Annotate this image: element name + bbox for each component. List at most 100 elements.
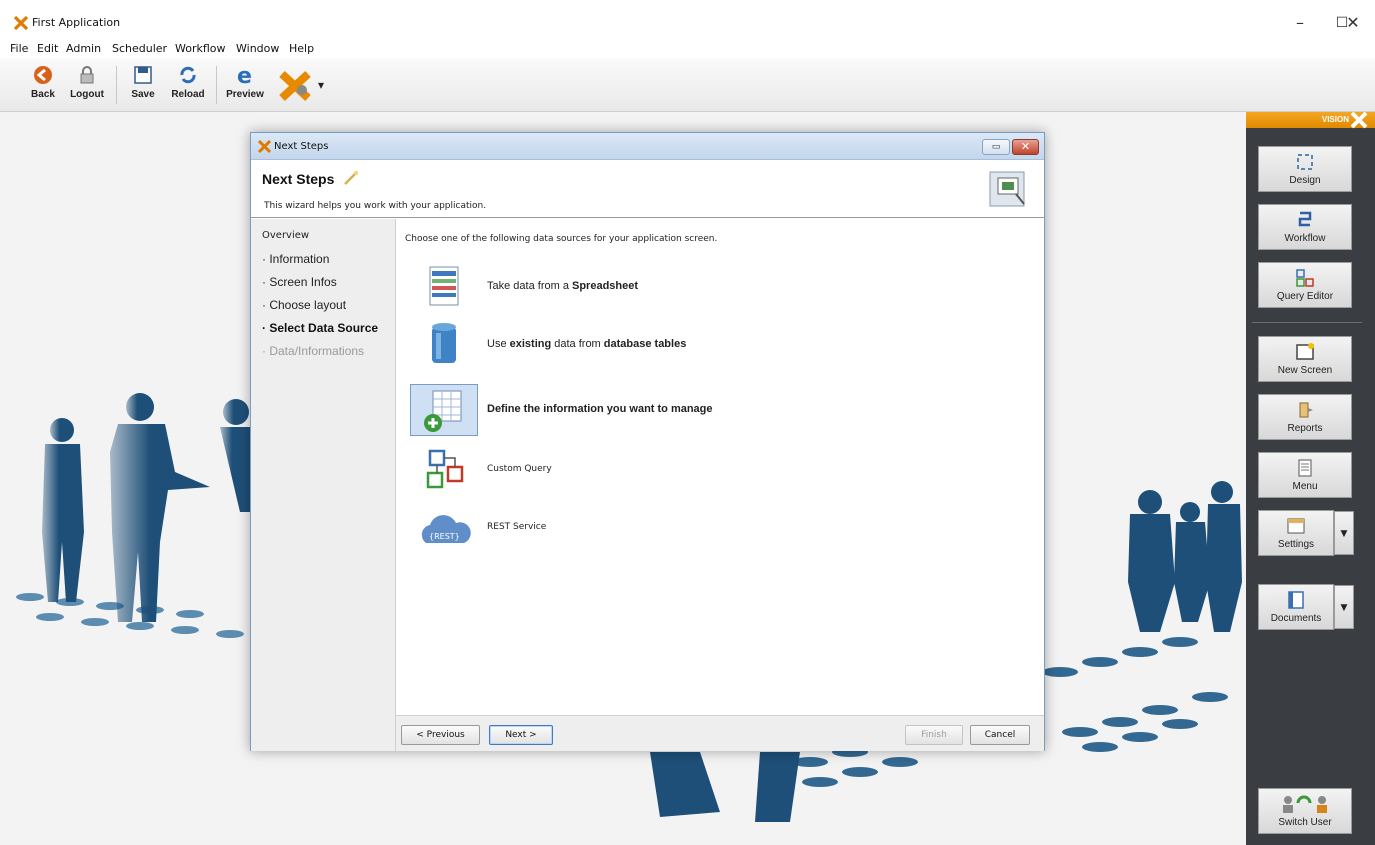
reload-label: Reload xyxy=(171,89,205,100)
documents-icon xyxy=(1288,591,1304,609)
preview-button[interactable]: e Preview xyxy=(223,64,267,108)
minimize-button[interactable]: – xyxy=(1280,10,1320,36)
switch-user-icon xyxy=(1283,795,1327,813)
query-editor-icon xyxy=(1296,269,1314,287)
wizard-header: Next Steps This wizard helps you work wi… xyxy=(251,160,1044,218)
design-icon xyxy=(1297,154,1313,170)
selected-option-highlight xyxy=(410,384,478,436)
settings-button[interactable]: Settings xyxy=(1258,510,1334,556)
reload-icon xyxy=(180,66,196,84)
step-screen-infos: · Screen Infos xyxy=(262,275,337,289)
wizard-subtitle: This wizard helps you work with your app… xyxy=(264,201,487,211)
design-button[interactable]: Design xyxy=(1258,146,1352,192)
step-select-data-source: · Select Data Source xyxy=(262,321,379,335)
reload-button[interactable]: Reload xyxy=(168,64,208,108)
menu-bar: File Edit Admin Scheduler Workflow Windo… xyxy=(0,40,1375,58)
reports-button[interactable]: Reports xyxy=(1258,394,1352,440)
menu-help[interactable]: Help xyxy=(289,42,314,55)
option-database[interactable]: Use existing data from database tables xyxy=(410,319,686,371)
app-logo-icon xyxy=(14,16,28,30)
logout-label: Logout xyxy=(70,89,104,100)
spreadsheet-icon xyxy=(429,266,459,306)
wizard-header-image-icon xyxy=(989,171,1025,207)
query-editor-label: Query Editor xyxy=(1276,291,1334,302)
back-button[interactable]: Back xyxy=(26,64,60,108)
option-rest-label: REST Service xyxy=(487,522,547,532)
toolbar: Back Logout Save Reload e Preview ▾ xyxy=(0,58,1375,112)
switch-user-button[interactable]: Switch User xyxy=(1258,788,1352,834)
finish-button[interactable]: Finish xyxy=(905,725,963,745)
wand-icon xyxy=(344,171,358,185)
dialog-close-button[interactable]: ✕ xyxy=(1012,139,1039,155)
menu-admin[interactable]: Admin xyxy=(66,42,101,55)
database-icon xyxy=(432,323,456,363)
preview-label: Preview xyxy=(226,89,264,100)
vision-brand-bar: VISION xyxy=(1246,111,1375,129)
step-information: · Information xyxy=(262,252,330,266)
menu-edit[interactable]: Edit xyxy=(37,42,58,55)
new-screen-icon xyxy=(1296,343,1314,360)
right-panel: VISION Design Workflow Query Editor New … xyxy=(1246,111,1375,845)
option-define-information[interactable]: Define the information you want to manag… xyxy=(410,384,713,436)
menu-file[interactable]: File xyxy=(10,42,28,55)
instruction-text: Choose one of the following data sources… xyxy=(405,234,718,244)
option-custom-query[interactable]: Custom Query xyxy=(410,445,650,497)
new-screen-button[interactable]: New Screen xyxy=(1258,336,1352,382)
vision-logo-icon[interactable] xyxy=(278,70,312,102)
option-spreadsheet-label: Take data from a Spreadsheet xyxy=(487,280,639,292)
dialog-title-bar: Next Steps ▭ ✕ xyxy=(251,133,1044,160)
menu-window[interactable]: Window xyxy=(236,42,279,55)
reports-icon xyxy=(1299,402,1313,418)
menu-icon xyxy=(1298,459,1312,477)
back-label: Back xyxy=(31,89,55,100)
menu-button[interactable]: Menu xyxy=(1258,452,1352,498)
save-label: Save xyxy=(131,89,155,100)
switch-user-label: Switch User xyxy=(1278,817,1332,828)
menu-workflow[interactable]: Workflow xyxy=(175,42,226,55)
menu-label: Menu xyxy=(1292,481,1318,492)
toolbar-dropdown-arrow[interactable]: ▾ xyxy=(318,78,324,92)
documents-label: Documents xyxy=(1270,613,1322,624)
browser-icon: e xyxy=(237,64,252,86)
toolbar-separator xyxy=(116,66,117,104)
dialog-window-title: Next Steps xyxy=(274,141,329,152)
workflow-label: Workflow xyxy=(1284,233,1326,244)
grid-add-icon xyxy=(424,390,462,432)
settings-icon xyxy=(1287,518,1305,534)
documents-button[interactable]: Documents xyxy=(1258,584,1334,630)
step-data-informations: · Data/Informations xyxy=(262,344,365,358)
window-title: First Application xyxy=(32,16,121,29)
overview-label: Overview xyxy=(262,230,310,241)
next-button[interactable]: Next > xyxy=(489,725,553,745)
wizard-footer: < Previous Next > Finish Cancel xyxy=(396,715,1044,751)
panel-separator xyxy=(1252,322,1362,323)
option-rest-service[interactable]: {REST} REST Service xyxy=(410,503,650,555)
wizard-content: Choose one of the following data sources… xyxy=(396,219,1044,715)
close-button[interactable]: ✕ xyxy=(1332,10,1374,36)
previous-button[interactable]: < Previous xyxy=(401,725,480,745)
settings-label: Settings xyxy=(1277,539,1315,550)
option-define-label: Define the information you want to manag… xyxy=(487,403,713,415)
rest-cloud-icon: {REST} xyxy=(421,515,471,543)
back-icon xyxy=(34,66,52,84)
logout-button[interactable]: Logout xyxy=(66,64,108,108)
toolbar-separator xyxy=(216,66,217,104)
wizard-steps-panel: Overview · Information · Screen Infos · … xyxy=(251,219,396,751)
settings-dropdown-arrow[interactable]: ▼ xyxy=(1334,511,1354,555)
dialog-restore-button[interactable]: ▭ xyxy=(982,139,1010,155)
vision-x-icon xyxy=(1350,111,1368,129)
wizard-title: Next Steps xyxy=(262,171,335,187)
dialog-logo-icon xyxy=(258,140,271,153)
documents-dropdown-arrow[interactable]: ▼ xyxy=(1334,585,1354,629)
reports-label: Reports xyxy=(1287,423,1323,434)
option-spreadsheet[interactable]: Take data from a Spreadsheet xyxy=(410,261,650,313)
option-database-label: Use existing data from database tables xyxy=(487,338,687,350)
query-editor-button[interactable]: Query Editor xyxy=(1258,262,1352,308)
title-bar: First Application – ☐ ✕ xyxy=(0,0,1375,40)
cancel-button[interactable]: Cancel xyxy=(970,725,1030,745)
vision-brand: VISION xyxy=(1321,115,1349,124)
save-button[interactable]: Save xyxy=(126,64,160,108)
menu-scheduler[interactable]: Scheduler xyxy=(112,42,167,55)
step-choose-layout: · Choose layout xyxy=(262,298,347,312)
workflow-button[interactable]: Workflow xyxy=(1258,204,1352,250)
